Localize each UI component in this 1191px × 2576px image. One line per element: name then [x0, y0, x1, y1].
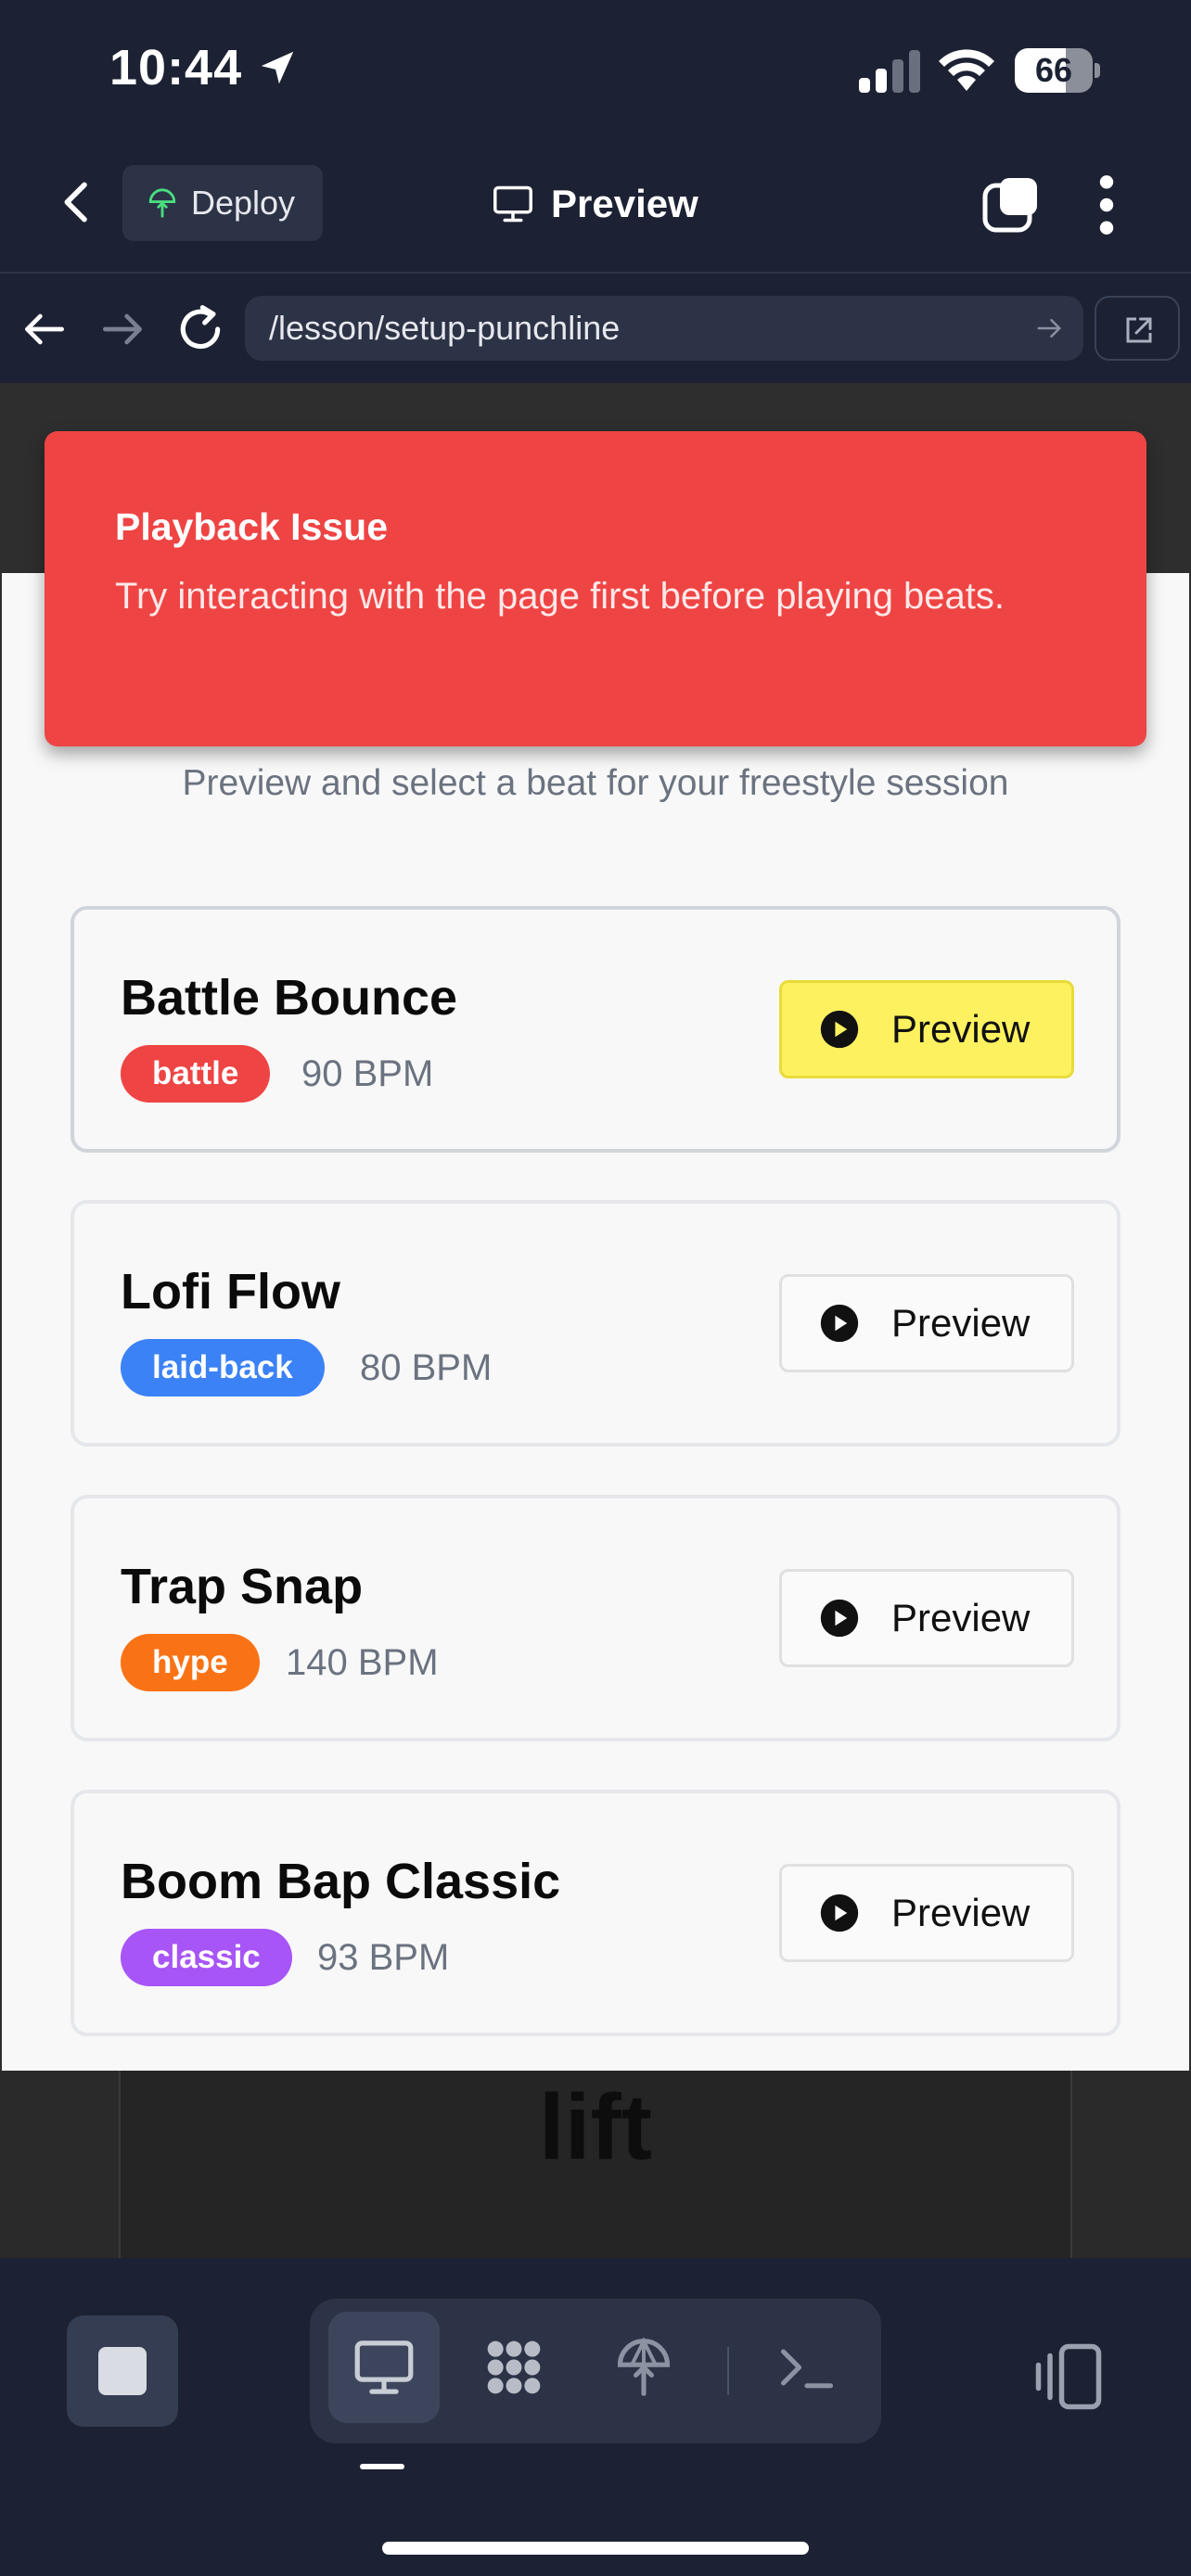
- status-bar: 10:44 66: [0, 0, 1191, 139]
- device-toggle-icon[interactable]: [1031, 2340, 1106, 2414]
- external-link-icon: [1126, 317, 1152, 343]
- play-circle-icon: [820, 1010, 859, 1049]
- preview-button[interactable]: Preview: [779, 980, 1074, 1078]
- beat-tag: classic: [121, 1929, 292, 1986]
- open-external-button[interactable]: [1095, 296, 1180, 361]
- signal-icon: [859, 50, 920, 93]
- app-header: Deploy Preview: [0, 139, 1191, 274]
- toast-title: Playback Issue: [115, 505, 389, 548]
- header-title: Preview: [551, 182, 698, 225]
- preview-button-label: Preview: [891, 1301, 1031, 1345]
- beat-card[interactable]: Lofi Flow laid-back 80 BPM Preview: [70, 1200, 1121, 1447]
- preview-button-label: Preview: [891, 1596, 1031, 1639]
- stop-button[interactable]: [67, 2315, 178, 2427]
- battery-level: 66: [1034, 51, 1073, 89]
- deploy-button[interactable]: Deploy: [122, 165, 323, 241]
- tool-terminal[interactable]: [751, 2312, 863, 2423]
- toast-message: Try interacting with the page first befo…: [115, 576, 1005, 617]
- beat-selector-subtitle: Preview and select a beat for your frees…: [182, 763, 1009, 803]
- beat-tag: hype: [121, 1634, 260, 1691]
- bottom-toolbar: [0, 2258, 1191, 2576]
- beat-name: Trap Snap: [121, 1559, 364, 1614]
- beat-bpm: 93 BPM: [317, 1937, 450, 1978]
- go-arrow-icon[interactable]: [1035, 314, 1063, 342]
- url-text: /lesson/setup-punchline: [269, 309, 621, 347]
- url-bar: /lesson/setup-punchline: [0, 275, 1191, 383]
- playback-issue-toast[interactable]: Playback Issue Try interacting with the …: [45, 431, 1146, 746]
- stop-icon: [98, 2347, 147, 2395]
- wifi-icon: [939, 49, 994, 91]
- beat-card[interactable]: Trap Snap hype 140 BPM Preview: [70, 1495, 1121, 1741]
- preview-button[interactable]: Preview: [779, 1864, 1074, 1962]
- location-arrow-icon: [261, 51, 294, 84]
- preview-viewport: Preview and select a beat for your frees…: [0, 383, 1191, 2258]
- status-time: 10:44: [109, 40, 243, 96]
- terminal-icon: [780, 2349, 834, 2389]
- back-chevron-icon[interactable]: [52, 176, 104, 228]
- beat-bpm: 80 BPM: [360, 1347, 493, 1388]
- deploy-icon: [617, 2337, 671, 2396]
- beat-tag: battle: [121, 1045, 271, 1103]
- refresh-icon[interactable]: [174, 303, 226, 355]
- monitor-icon: [354, 2340, 414, 2394]
- preview-button-label: Preview: [891, 1891, 1031, 1934]
- beat-tag: laid-back: [121, 1339, 325, 1396]
- beat-card[interactable]: Boom Bap Classic classic 93 BPM Preview: [70, 1790, 1121, 2036]
- tabs-icon[interactable]: [981, 174, 1041, 234]
- preview-button-label: Preview: [891, 1007, 1031, 1051]
- monitor-icon: [493, 185, 532, 223]
- tool-divider: [727, 2347, 729, 2395]
- beat-name: Lofi Flow: [121, 1264, 340, 1320]
- preview-title: Preview: [492, 176, 698, 232]
- apps-icon: [487, 2340, 541, 2394]
- active-tool-indicator: [360, 2464, 404, 2469]
- battery-icon: 66: [1015, 48, 1102, 93]
- preview-button[interactable]: Preview: [779, 1569, 1074, 1667]
- tool-preview[interactable]: [328, 2312, 440, 2423]
- background-page: lift: [0, 2071, 1191, 2258]
- play-circle-icon: [820, 1894, 859, 1932]
- play-circle-icon: [820, 1599, 859, 1638]
- play-circle-icon: [820, 1304, 859, 1343]
- tool-deploy[interactable]: [588, 2312, 699, 2423]
- beat-name: Boom Bap Classic: [121, 1854, 561, 1909]
- tool-apps[interactable]: [458, 2312, 570, 2423]
- url-input[interactable]: /lesson/setup-punchline: [245, 296, 1083, 361]
- deploy-icon: [148, 188, 176, 218]
- arrow-left-icon[interactable]: [19, 303, 70, 355]
- beat-name: Battle Bounce: [121, 970, 458, 1026]
- beat-card[interactable]: Battle Bounce battle 90 BPM Preview: [70, 906, 1121, 1153]
- home-indicator: [382, 2542, 809, 2555]
- beat-bpm: 140 BPM: [286, 1642, 439, 1683]
- deploy-label: Deploy: [191, 184, 296, 222]
- more-vertical-icon[interactable]: [1093, 172, 1121, 237]
- arrow-right-icon[interactable]: [96, 303, 148, 355]
- preview-button[interactable]: Preview: [779, 1274, 1074, 1372]
- background-heading: lift: [538, 2075, 653, 2179]
- beat-bpm: 90 BPM: [301, 1053, 434, 1094]
- tool-group: [310, 2299, 881, 2443]
